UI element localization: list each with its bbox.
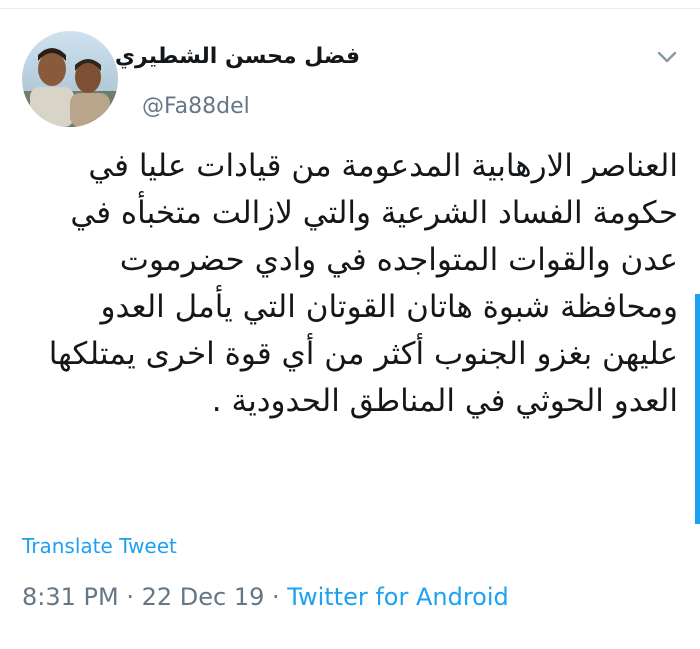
meta-separator: · xyxy=(264,583,288,611)
tweet-time: 8:31 PM xyxy=(22,583,119,611)
tweet-date: 22 Dec 19 xyxy=(141,583,265,611)
avatar[interactable] xyxy=(22,31,118,127)
meta-separator: · xyxy=(118,583,142,611)
tweet-menu-button[interactable] xyxy=(654,46,680,68)
tweet-text: العناصر الارهابية المدعومة من قيادات علي… xyxy=(48,148,678,419)
translate-tweet-link[interactable]: Translate Tweet xyxy=(22,534,177,558)
display-name[interactable]: فضل محسن الشطيري xyxy=(115,44,360,69)
tweet-source-link[interactable]: Twitter for Android xyxy=(287,583,508,611)
user-handle[interactable]: @Fa88del xyxy=(142,94,250,119)
tweet-metadata: 8:31 PM · 22 Dec 19 · Twitter for Androi… xyxy=(22,583,509,611)
top-divider xyxy=(0,0,700,9)
chevron-down-icon xyxy=(657,51,677,63)
avatar-photo-icon xyxy=(22,31,118,127)
scrollbar[interactable] xyxy=(695,294,700,524)
